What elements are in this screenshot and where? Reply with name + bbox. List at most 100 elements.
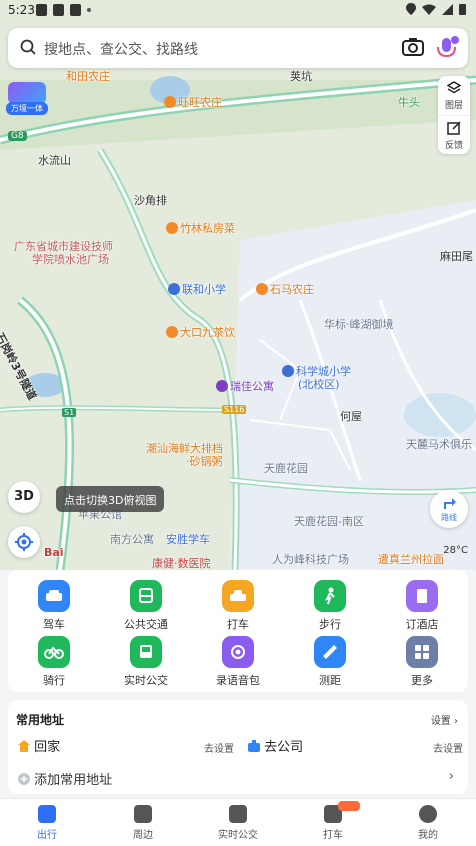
common-places-card: 常用地址 设置 › 回家 去设置 去公司 去设置 添加常用地址 › — [8, 700, 468, 794]
place-nanfang: 南方公寓 — [110, 533, 154, 546]
poi-lianhe-school[interactable]: 联和小学 — [168, 281, 226, 297]
school-icon — [282, 365, 294, 377]
add-common-place[interactable]: 添加常用地址 — [18, 769, 112, 788]
wanjing-badge[interactable]: 万境一体 — [6, 82, 48, 116]
search-placeholder: 搜地点、查公交、找路线 — [44, 42, 198, 58]
more-grid-icon — [406, 636, 438, 668]
home-icon — [18, 740, 30, 752]
battery-icon — [459, 4, 466, 15]
grid-label: 录语音包 — [216, 674, 260, 687]
quick-actions-grid: 驾车 公共交通 打车 步行 订酒店 骑行 实时公交 录语音包 测距 更多 — [8, 570, 468, 692]
ruler-icon — [314, 636, 346, 668]
walk-icon — [314, 580, 346, 612]
nav-taxi[interactable]: 打车 — [298, 801, 368, 841]
place-tianlu: 天鹿花园 — [264, 462, 308, 475]
poi-hetian-farm[interactable]: 和田农庄 — [66, 68, 110, 84]
poi-wangwang-farm[interactable]: 旺旺农庄 — [164, 94, 222, 110]
grid-voice-pack[interactable]: 录语音包 — [206, 636, 270, 688]
grid-hotel[interactable]: 订酒店 — [390, 580, 454, 632]
status-bar: 5:23 — [0, 0, 476, 22]
place-huabiao: 华标·峰湖御境 — [324, 318, 394, 331]
restaurant-icon — [256, 283, 268, 295]
work-set-link[interactable]: 去设置 — [433, 740, 463, 755]
poi-hospital[interactable]: 康健·数医院 — [152, 555, 211, 570]
notification-icons — [36, 4, 91, 16]
notification-icon — [36, 4, 47, 16]
car-icon — [38, 580, 70, 612]
poi-chaozhou-line2[interactable]: ·砂锅粥 — [186, 453, 223, 469]
layers-button[interactable]: 图层 — [438, 76, 470, 115]
search-icon — [20, 39, 36, 55]
grid-measure[interactable]: 测距 — [298, 636, 362, 688]
poi-ruijia[interactable]: 瑞佳公寓 — [216, 378, 274, 394]
place-hewu: 何屋 — [340, 410, 362, 423]
highway-g8-badge: G8 — [8, 131, 27, 141]
bike-icon — [38, 636, 70, 668]
school-icon — [168, 283, 180, 295]
voice-pack-icon — [222, 636, 254, 668]
place-matianwei: 麻田尾 — [440, 250, 473, 263]
hotel-icon — [216, 380, 228, 392]
wanjing-image — [8, 82, 46, 104]
weather-temp: 28°C — [443, 545, 468, 556]
poi-ansheng[interactable]: 安胜学车 — [166, 531, 210, 547]
feedback-button[interactable]: 反馈 — [438, 115, 470, 154]
locate-icon — [15, 533, 33, 551]
grid-realtime-bus[interactable]: 实时公交 — [114, 636, 178, 688]
more-dot-icon — [87, 8, 91, 12]
route-button[interactable]: 路线 — [430, 490, 468, 528]
poi-lanzhou[interactable]: 遭真兰州拉面 — [378, 551, 444, 567]
poi-shima-farm[interactable]: 石马农庄 — [256, 281, 314, 297]
layers-label: 图层 — [444, 101, 463, 111]
road-s1-badge: S1 — [62, 408, 77, 417]
route-label: 路线 — [441, 513, 457, 522]
system-icons — [406, 3, 466, 15]
promo-badge — [338, 801, 360, 811]
grid-bike[interactable]: 骑行 — [22, 636, 86, 688]
nav-travel[interactable]: 出行 — [12, 805, 82, 841]
voice-assistant-icon[interactable] — [434, 36, 460, 60]
wanjing-label: 万境一体 — [6, 102, 48, 115]
grid-more[interactable]: 更多 — [390, 636, 454, 688]
baidu-logo: Bai — [44, 546, 64, 559]
taxi-icon — [222, 580, 254, 612]
poi-zhulin[interactable]: 竹林私房菜 — [166, 220, 235, 236]
view-3d-button[interactable]: 3D — [8, 481, 40, 513]
nav-nearby[interactable]: 周边 — [108, 805, 178, 841]
bottom-nav: 出行 周边 实时公交 打车 我的 — [0, 798, 476, 846]
nav-profile[interactable]: 我的 — [393, 805, 463, 841]
nav-realtime-bus[interactable]: 实时公交 — [203, 805, 273, 841]
home-set-link[interactable]: 去设置 — [204, 740, 234, 755]
grid-label: 测距 — [319, 674, 341, 687]
signal-icon — [442, 3, 453, 15]
map-view[interactable]: 和田农庄 荚坑 旺旺农庄 牛头 G8 水流山 沙角排 竹林私房菜 广东省城市建设… — [0, 0, 476, 570]
place-renwei: 人为峰科技广场 — [272, 553, 349, 566]
place-tianma: 天麓马术俱乐 — [406, 438, 472, 451]
grid-label: 实时公交 — [124, 674, 168, 687]
travel-icon — [38, 805, 56, 823]
grid-drive[interactable]: 驾车 — [22, 580, 86, 632]
place-shajiaopai: 沙角排 — [134, 194, 167, 207]
view-3d-tooltip: 点击切换3D俯视图 — [56, 486, 165, 512]
feedback-icon — [447, 121, 461, 135]
grid-label: 步行 — [319, 618, 341, 631]
map-tools: 图层 反馈 — [438, 76, 470, 154]
grid-taxi[interactable]: 打车 — [206, 580, 270, 632]
place-tianlu-south: 天鹿花园-南区 — [294, 515, 364, 528]
search-bar[interactable]: 搜地点、查公交、找路线 — [8, 28, 468, 68]
home-entry[interactable]: 回家 — [18, 736, 60, 755]
poi-school-line2[interactable]: 学院喷水池广场 — [32, 251, 109, 267]
grid-label: 驾车 — [43, 618, 65, 631]
grid-walk[interactable]: 步行 — [298, 580, 362, 632]
status-time: 5:23 — [8, 3, 35, 17]
chevron-right-icon[interactable]: › — [449, 769, 454, 784]
grid-transit[interactable]: 公共交通 — [114, 580, 178, 632]
locate-button[interactable] — [8, 526, 40, 558]
restaurant-icon — [164, 96, 176, 108]
common-places-settings[interactable]: 设置 › — [431, 712, 458, 727]
work-entry[interactable]: 去公司 — [248, 736, 303, 755]
grid-label: 公共交通 — [124, 618, 168, 631]
map-background — [0, 0, 476, 570]
camera-icon[interactable] — [402, 37, 424, 57]
poi-dakou-tea[interactable]: 大口九茶饮 — [166, 324, 235, 340]
